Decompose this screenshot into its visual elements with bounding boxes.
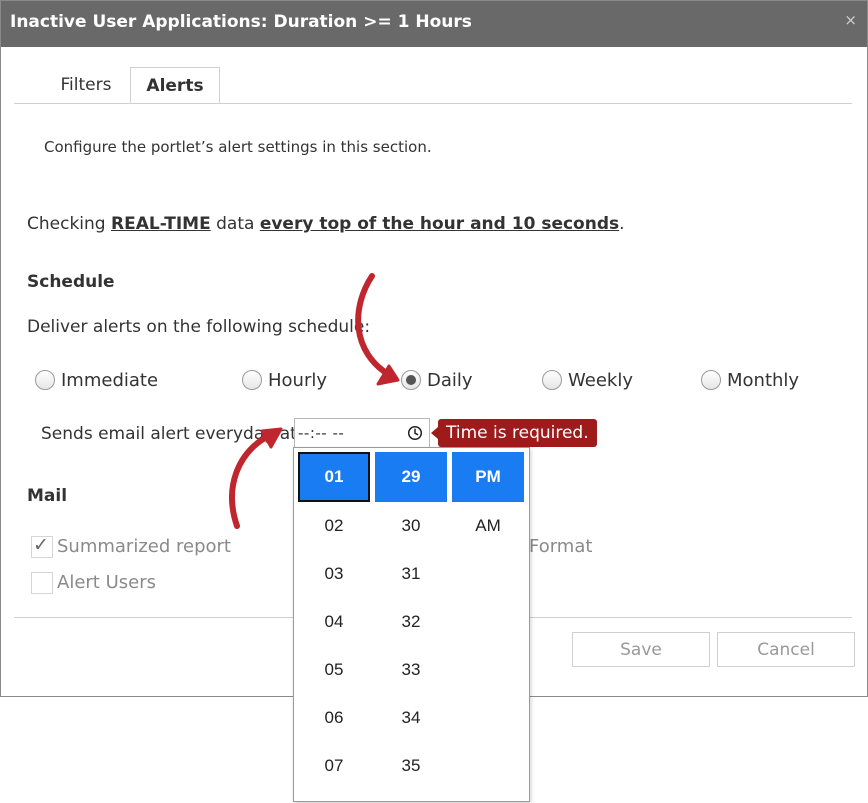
send-time-label: Sends email alert everyday at: [41, 424, 297, 444]
radio-button[interactable]: [542, 370, 562, 390]
hour-option[interactable]: 04: [298, 598, 370, 646]
minute-column[interactable]: 29 30 31 32 33 34 35: [375, 452, 447, 790]
time-picker-dropdown: 01 02 03 04 05 06 07 29 30 31 32 33 34 3…: [293, 447, 530, 802]
clock-icon[interactable]: [407, 425, 423, 441]
minute-option[interactable]: 32: [375, 598, 447, 646]
schedule-heading: Schedule: [27, 272, 115, 292]
radio-label: Weekly: [568, 369, 633, 391]
tab-alerts[interactable]: Alerts: [130, 67, 220, 104]
radio-label: Monthly: [727, 369, 800, 391]
close-icon[interactable]: ×: [844, 11, 857, 29]
minute-option[interactable]: 33: [375, 646, 447, 694]
minute-option[interactable]: 30: [375, 502, 447, 550]
period-option[interactable]: AM: [452, 502, 524, 550]
time-required-error: Time is required.: [431, 419, 597, 447]
hour-option[interactable]: 05: [298, 646, 370, 694]
checking-prefix: Checking: [27, 214, 111, 234]
radio-button[interactable]: [701, 370, 721, 390]
summarized-report-checkbox[interactable]: [31, 534, 53, 558]
deliver-label: Deliver alerts on the following schedule…: [27, 317, 371, 337]
minute-option[interactable]: 31: [375, 550, 447, 598]
radio-label: Daily: [427, 369, 473, 391]
radio-immediate[interactable]: Immediate: [35, 368, 158, 392]
tab-filters[interactable]: Filters: [41, 67, 131, 103]
mail-heading: Mail: [27, 486, 68, 506]
radio-hourly[interactable]: Hourly: [242, 368, 327, 392]
period-option[interactable]: PM: [452, 452, 524, 502]
data-mode-link[interactable]: REAL-TIME: [111, 214, 211, 234]
hour-option[interactable]: 03: [298, 550, 370, 598]
checking-suffix: .: [619, 214, 625, 234]
dialog-title: Inactive User Applications: Duration >= …: [10, 12, 472, 32]
radio-weekly[interactable]: Weekly: [542, 368, 633, 392]
radio-button[interactable]: [35, 370, 55, 390]
radio-button[interactable]: [242, 370, 262, 390]
radio-daily[interactable]: Daily: [401, 368, 473, 392]
period-column[interactable]: PM AM: [452, 452, 524, 550]
format-option-label: Format: [529, 536, 593, 557]
hour-option[interactable]: 06: [298, 694, 370, 742]
save-button[interactable]: Save: [572, 632, 710, 667]
hour-option[interactable]: 01: [298, 452, 370, 502]
minute-option[interactable]: 34: [375, 694, 447, 742]
send-time-input[interactable]: --:-- --: [294, 418, 430, 448]
minute-option[interactable]: 35: [375, 742, 447, 790]
hour-option[interactable]: 07: [298, 742, 370, 790]
check-frequency-link[interactable]: every top of the hour and 10 seconds: [260, 214, 619, 234]
radio-label: Immediate: [61, 369, 159, 391]
radio-monthly[interactable]: Monthly: [701, 368, 799, 392]
alert-users-label: Alert Users: [57, 572, 156, 593]
checking-summary: Checking REAL-TIME data every top of the…: [27, 214, 625, 234]
section-description: Configure the portlet’s alert settings i…: [44, 138, 432, 156]
hour-option[interactable]: 02: [298, 502, 370, 550]
time-value: --:-- --: [298, 424, 345, 442]
dialog-titlebar: Inactive User Applications: Duration >= …: [1, 1, 867, 47]
summarized-report-label: Summarized report: [57, 536, 231, 557]
checking-mid: data: [210, 214, 260, 234]
tabs-divider: [14, 103, 852, 104]
minute-option[interactable]: 29: [375, 452, 447, 502]
cancel-button[interactable]: Cancel: [717, 632, 855, 667]
hour-column[interactable]: 01 02 03 04 05 06 07: [298, 452, 370, 790]
radio-label: Hourly: [268, 369, 328, 391]
alert-users-checkbox[interactable]: [31, 572, 53, 594]
radio-button[interactable]: [401, 370, 421, 390]
